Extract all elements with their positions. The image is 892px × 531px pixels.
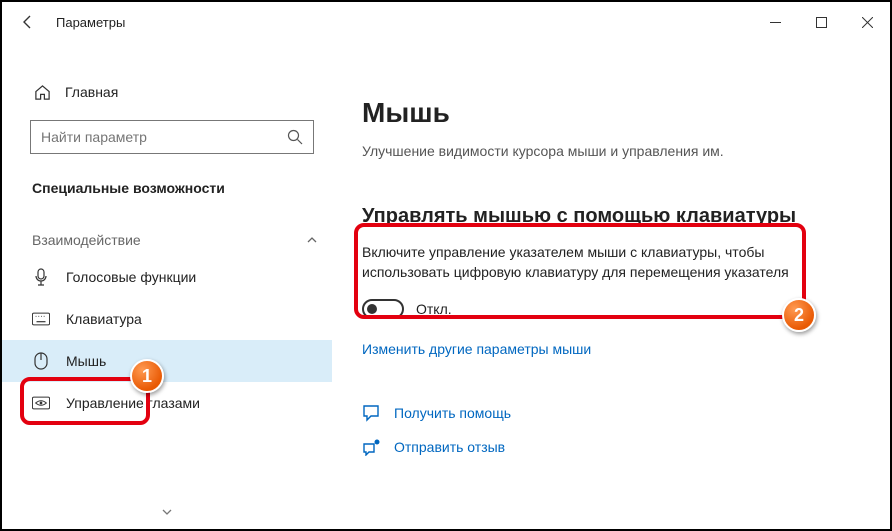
send-feedback-link[interactable]: Отправить отзыв bbox=[362, 437, 850, 457]
mouse-icon bbox=[32, 352, 50, 370]
group-label: Взаимодействие bbox=[32, 232, 141, 248]
sidebar: Главная Специальные возможности Взаимоде… bbox=[2, 42, 332, 529]
chevron-up-icon bbox=[306, 234, 318, 246]
home-link[interactable]: Главная bbox=[2, 72, 332, 112]
help-section: Получить помощь Отправить отзыв bbox=[362, 403, 850, 457]
get-help-label: Получить помощь bbox=[394, 405, 511, 421]
sidebar-group-title: Взаимодействие bbox=[2, 206, 332, 256]
get-help-link[interactable]: Получить помощь bbox=[362, 403, 850, 423]
microphone-icon bbox=[32, 268, 50, 286]
mouse-keys-toggle-row: Откл. bbox=[362, 299, 850, 319]
minimize-icon bbox=[770, 17, 781, 28]
setting-description: Включите управление указателем мыши с кл… bbox=[362, 242, 792, 283]
search-icon bbox=[287, 129, 303, 145]
content-pane: Мышь Улучшение видимости курсора мыши и … bbox=[332, 42, 890, 529]
sidebar-item-label: Мышь bbox=[66, 353, 106, 369]
help-icon bbox=[362, 403, 382, 423]
section-heading: Управлять мышью с помощью клавиатуры bbox=[362, 205, 850, 228]
sidebar-item-label: Клавиатура bbox=[66, 311, 142, 327]
sidebar-item-keyboard[interactable]: Клавиатура bbox=[2, 298, 332, 340]
window-title: Параметры bbox=[56, 15, 125, 30]
search-input-box[interactable] bbox=[30, 120, 314, 154]
chevron-down-icon bbox=[161, 505, 173, 523]
page-title: Мышь bbox=[362, 97, 850, 129]
settings-window: Параметры Главная Специальные возм bbox=[0, 0, 892, 531]
close-button[interactable] bbox=[844, 2, 890, 42]
minimize-button[interactable] bbox=[752, 2, 798, 42]
sidebar-item-eye-control[interactable]: Управление глазами bbox=[2, 382, 332, 424]
page-subtitle: Улучшение видимости курсора мыши и управ… bbox=[362, 143, 850, 159]
titlebar: Параметры bbox=[2, 2, 890, 42]
back-button[interactable] bbox=[10, 4, 46, 40]
sidebar-item-mouse[interactable]: Мышь bbox=[2, 340, 332, 382]
feedback-icon bbox=[362, 437, 382, 457]
home-icon bbox=[34, 84, 51, 101]
maximize-button[interactable] bbox=[798, 2, 844, 42]
sidebar-item-label: Голосовые функции bbox=[66, 269, 196, 285]
home-label: Главная bbox=[65, 84, 118, 100]
other-mouse-settings-link[interactable]: Изменить другие параметры мыши bbox=[362, 341, 591, 357]
maximize-icon bbox=[816, 17, 827, 28]
arrow-left-icon bbox=[20, 14, 36, 30]
mouse-keys-toggle[interactable] bbox=[362, 299, 404, 319]
send-feedback-label: Отправить отзыв bbox=[394, 439, 505, 455]
eye-control-icon bbox=[32, 394, 50, 412]
keyboard-icon bbox=[32, 310, 50, 328]
sidebar-item-label: Управление глазами bbox=[66, 395, 200, 411]
main-body: Главная Специальные возможности Взаимоде… bbox=[2, 42, 890, 529]
sidebar-item-voice[interactable]: Голосовые функции bbox=[2, 256, 332, 298]
window-controls bbox=[752, 2, 890, 42]
search-input[interactable] bbox=[41, 129, 287, 145]
close-icon bbox=[862, 17, 873, 28]
toggle-state-label: Откл. bbox=[416, 301, 452, 317]
sidebar-section-title: Специальные возможности bbox=[2, 154, 332, 206]
